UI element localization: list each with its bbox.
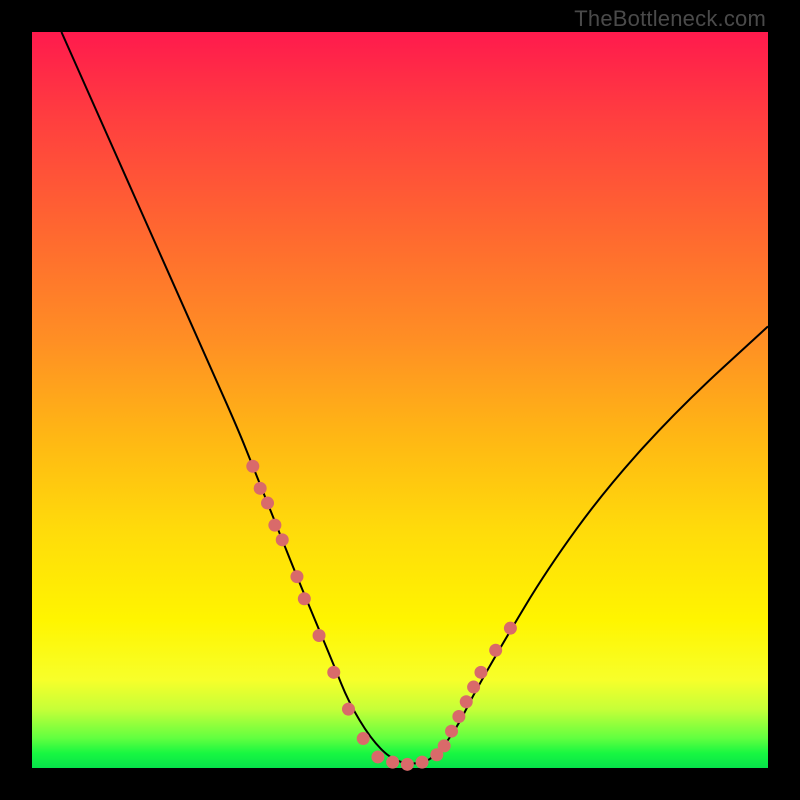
data-point <box>467 681 480 694</box>
data-point <box>268 519 281 532</box>
data-point <box>371 750 384 763</box>
data-point <box>276 533 289 546</box>
data-point <box>401 758 414 771</box>
data-point <box>342 703 355 716</box>
data-point <box>298 592 311 605</box>
data-point <box>460 695 473 708</box>
curve-layer <box>32 32 768 768</box>
data-point <box>313 629 326 642</box>
data-point <box>504 622 517 635</box>
watermark-text: TheBottleneck.com <box>574 6 766 32</box>
plot-area <box>32 32 768 768</box>
data-point <box>254 482 267 495</box>
data-point <box>445 725 458 738</box>
data-point <box>290 570 303 583</box>
chart-frame: TheBottleneck.com <box>0 0 800 800</box>
data-point <box>489 644 502 657</box>
data-point <box>416 756 429 769</box>
data-point <box>474 666 487 679</box>
data-point <box>438 739 451 752</box>
data-point <box>452 710 465 723</box>
data-point <box>327 666 340 679</box>
data-point <box>261 497 274 510</box>
bottleneck-curve <box>61 32 768 763</box>
data-point <box>246 460 259 473</box>
data-point <box>357 732 370 745</box>
marker-layer <box>246 460 517 771</box>
data-point <box>386 756 399 769</box>
